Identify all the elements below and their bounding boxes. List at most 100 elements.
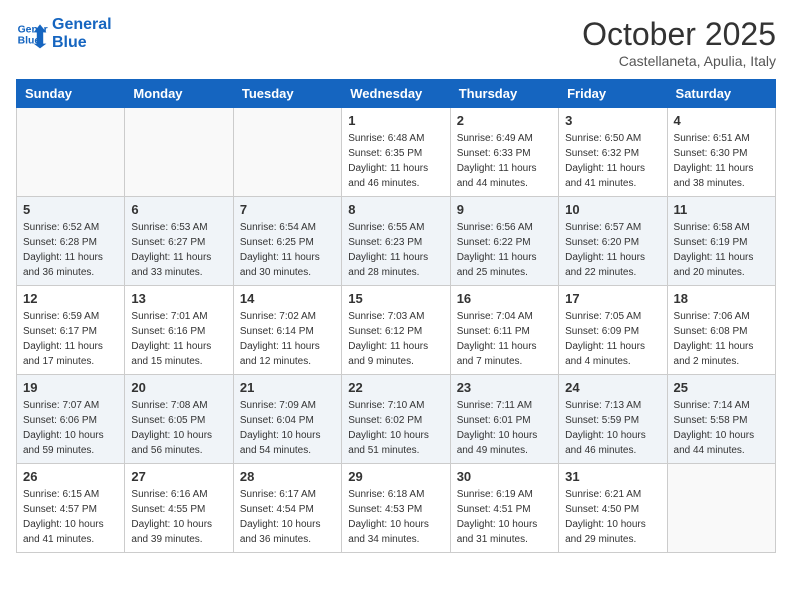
day-info: Sunrise: 6:16 AMSunset: 4:55 PMDaylight:… bbox=[131, 487, 226, 547]
calendar-cell: 16 Sunrise: 7:04 AMSunset: 6:11 PMDayligh… bbox=[450, 286, 558, 375]
day-number: 6 bbox=[131, 202, 226, 217]
calendar-week-row: 5 Sunrise: 6:52 AMSunset: 6:28 PMDaylight… bbox=[17, 197, 776, 286]
calendar-cell bbox=[233, 108, 341, 197]
day-info: Sunrise: 7:13 AMSunset: 5:59 PMDaylight:… bbox=[565, 398, 660, 458]
day-info: Sunrise: 6:51 AMSunset: 6:30 PMDaylight:… bbox=[674, 131, 769, 191]
calendar-cell: 27 Sunrise: 6:16 AMSunset: 4:55 PMDayligh… bbox=[125, 464, 233, 553]
day-info: Sunrise: 6:56 AMSunset: 6:22 PMDaylight:… bbox=[457, 220, 552, 280]
day-number: 19 bbox=[23, 380, 118, 395]
logo-icon: General Blue bbox=[16, 18, 48, 50]
day-info: Sunrise: 7:10 AMSunset: 6:02 PMDaylight:… bbox=[348, 398, 443, 458]
calendar-cell: 15 Sunrise: 7:03 AMSunset: 6:12 PMDayligh… bbox=[342, 286, 450, 375]
calendar-cell: 25 Sunrise: 7:14 AMSunset: 5:58 PMDayligh… bbox=[667, 375, 775, 464]
day-info: Sunrise: 7:07 AMSunset: 6:06 PMDaylight:… bbox=[23, 398, 118, 458]
logo: General Blue GeneralBlue bbox=[16, 16, 112, 51]
calendar-table: SundayMondayTuesdayWednesdayThursdayFrid… bbox=[16, 79, 776, 553]
month-title: October 2025 bbox=[582, 16, 776, 53]
day-info: Sunrise: 6:18 AMSunset: 4:53 PMDaylight:… bbox=[348, 487, 443, 547]
header: General Blue GeneralBlue October 2025 Ca… bbox=[16, 16, 776, 69]
calendar-cell: 10Sunrise: 6:57 AMSunset: 6:20 PMDayligh… bbox=[559, 197, 667, 286]
day-info: Sunrise: 6:53 AMSunset: 6:27 PMDaylight:… bbox=[131, 220, 226, 280]
day-info: Sunrise: 7:05 AMSunset: 6:09 PMDaylight:… bbox=[565, 309, 660, 369]
day-number: 10 bbox=[565, 202, 660, 217]
calendar-cell: 31 Sunrise: 6:21 AMSunset: 4:50 PMDayligh… bbox=[559, 464, 667, 553]
weekday-header-tuesday: Tuesday bbox=[233, 80, 341, 108]
day-info: Sunrise: 7:06 AMSunset: 6:08 PMDaylight:… bbox=[674, 309, 769, 369]
day-number: 26 bbox=[23, 469, 118, 484]
calendar-cell: 13Sunrise: 7:01 AMSunset: 6:16 PMDayligh… bbox=[125, 286, 233, 375]
day-info: Sunrise: 6:54 AMSunset: 6:25 PMDaylight:… bbox=[240, 220, 335, 280]
title-area: October 2025 Castellaneta, Apulia, Italy bbox=[582, 16, 776, 69]
day-number: 13 bbox=[131, 291, 226, 306]
day-number: 31 bbox=[565, 469, 660, 484]
day-info: Sunrise: 6:21 AMSunset: 4:50 PMDaylight:… bbox=[565, 487, 660, 547]
day-info: Sunrise: 7:03 AMSunset: 6:12 PMDaylight:… bbox=[348, 309, 443, 369]
calendar-cell: 4 Sunrise: 6:51 AMSunset: 6:30 PMDaylight… bbox=[667, 108, 775, 197]
calendar-cell: 2Sunrise: 6:49 AMSunset: 6:33 PMDaylight… bbox=[450, 108, 558, 197]
calendar-cell: 24 Sunrise: 7:13 AMSunset: 5:59 PMDayligh… bbox=[559, 375, 667, 464]
day-number: 20 bbox=[131, 380, 226, 395]
calendar-cell: 26Sunrise: 6:15 AMSunset: 4:57 PMDayligh… bbox=[17, 464, 125, 553]
calendar-cell: 11 Sunrise: 6:58 AMSunset: 6:19 PMDayligh… bbox=[667, 197, 775, 286]
weekday-header-saturday: Saturday bbox=[667, 80, 775, 108]
calendar-cell: 9 Sunrise: 6:56 AMSunset: 6:22 PMDaylight… bbox=[450, 197, 558, 286]
day-number: 9 bbox=[457, 202, 552, 217]
day-number: 3 bbox=[565, 113, 660, 128]
day-info: Sunrise: 6:49 AMSunset: 6:33 PMDaylight:… bbox=[457, 131, 552, 191]
calendar-cell: 6 Sunrise: 6:53 AMSunset: 6:27 PMDaylight… bbox=[125, 197, 233, 286]
day-number: 25 bbox=[674, 380, 769, 395]
day-number: 27 bbox=[131, 469, 226, 484]
calendar-cell: 23Sunrise: 7:11 AMSunset: 6:01 PMDayligh… bbox=[450, 375, 558, 464]
day-info: Sunrise: 6:52 AMSunset: 6:28 PMDaylight:… bbox=[23, 220, 118, 280]
day-info: Sunrise: 7:04 AMSunset: 6:11 PMDaylight:… bbox=[457, 309, 552, 369]
day-number: 16 bbox=[457, 291, 552, 306]
calendar-cell: 22Sunrise: 7:10 AMSunset: 6:02 PMDayligh… bbox=[342, 375, 450, 464]
day-number: 4 bbox=[674, 113, 769, 128]
day-number: 14 bbox=[240, 291, 335, 306]
day-info: Sunrise: 6:50 AMSunset: 6:32 PMDaylight:… bbox=[565, 131, 660, 191]
day-number: 21 bbox=[240, 380, 335, 395]
day-number: 23 bbox=[457, 380, 552, 395]
day-number: 7 bbox=[240, 202, 335, 217]
day-number: 8 bbox=[348, 202, 443, 217]
day-info: Sunrise: 6:48 AMSunset: 6:35 PMDaylight:… bbox=[348, 131, 443, 191]
day-number: 1 bbox=[348, 113, 443, 128]
calendar-cell: 30Sunrise: 6:19 AMSunset: 4:51 PMDayligh… bbox=[450, 464, 558, 553]
calendar-cell: 3 Sunrise: 6:50 AMSunset: 6:32 PMDaylight… bbox=[559, 108, 667, 197]
calendar-cell: 17 Sunrise: 7:05 AMSunset: 6:09 PMDayligh… bbox=[559, 286, 667, 375]
calendar-cell: 1 Sunrise: 6:48 AMSunset: 6:35 PMDaylight… bbox=[342, 108, 450, 197]
day-number: 5 bbox=[23, 202, 118, 217]
day-info: Sunrise: 7:08 AMSunset: 6:05 PMDaylight:… bbox=[131, 398, 226, 458]
day-number: 24 bbox=[565, 380, 660, 395]
day-number: 17 bbox=[565, 291, 660, 306]
day-info: Sunrise: 6:59 AMSunset: 6:17 PMDaylight:… bbox=[23, 309, 118, 369]
calendar-cell: 28Sunrise: 6:17 AMSunset: 4:54 PMDayligh… bbox=[233, 464, 341, 553]
weekday-header-thursday: Thursday bbox=[450, 80, 558, 108]
day-number: 11 bbox=[674, 202, 769, 217]
calendar-week-row: 1 Sunrise: 6:48 AMSunset: 6:35 PMDaylight… bbox=[17, 108, 776, 197]
calendar-cell: 5 Sunrise: 6:52 AMSunset: 6:28 PMDaylight… bbox=[17, 197, 125, 286]
day-number: 12 bbox=[23, 291, 118, 306]
calendar-cell bbox=[17, 108, 125, 197]
weekday-header-sunday: Sunday bbox=[17, 80, 125, 108]
weekday-header-row: SundayMondayTuesdayWednesdayThursdayFrid… bbox=[17, 80, 776, 108]
calendar-week-row: 19 Sunrise: 7:07 AMSunset: 6:06 PMDayligh… bbox=[17, 375, 776, 464]
calendar-week-row: 26Sunrise: 6:15 AMSunset: 4:57 PMDayligh… bbox=[17, 464, 776, 553]
day-info: Sunrise: 6:58 AMSunset: 6:19 PMDaylight:… bbox=[674, 220, 769, 280]
day-number: 15 bbox=[348, 291, 443, 306]
calendar-cell: 12 Sunrise: 6:59 AMSunset: 6:17 PMDayligh… bbox=[17, 286, 125, 375]
calendar-cell: 18Sunrise: 7:06 AMSunset: 6:08 PMDayligh… bbox=[667, 286, 775, 375]
calendar-cell bbox=[125, 108, 233, 197]
calendar-cell: 7 Sunrise: 6:54 AMSunset: 6:25 PMDaylight… bbox=[233, 197, 341, 286]
calendar-cell: 20 Sunrise: 7:08 AMSunset: 6:05 PMDayligh… bbox=[125, 375, 233, 464]
day-info: Sunrise: 7:14 AMSunset: 5:58 PMDaylight:… bbox=[674, 398, 769, 458]
calendar-cell: 14 Sunrise: 7:02 AMSunset: 6:14 PMDayligh… bbox=[233, 286, 341, 375]
day-number: 30 bbox=[457, 469, 552, 484]
location-subtitle: Castellaneta, Apulia, Italy bbox=[582, 53, 776, 69]
day-info: Sunrise: 6:55 AMSunset: 6:23 PMDaylight:… bbox=[348, 220, 443, 280]
day-info: Sunrise: 6:17 AMSunset: 4:54 PMDaylight:… bbox=[240, 487, 335, 547]
logo-text: GeneralBlue bbox=[52, 16, 112, 51]
calendar-cell: 8 Sunrise: 6:55 AMSunset: 6:23 PMDaylight… bbox=[342, 197, 450, 286]
calendar-cell: 19 Sunrise: 7:07 AMSunset: 6:06 PMDayligh… bbox=[17, 375, 125, 464]
day-info: Sunrise: 7:02 AMSunset: 6:14 PMDaylight:… bbox=[240, 309, 335, 369]
